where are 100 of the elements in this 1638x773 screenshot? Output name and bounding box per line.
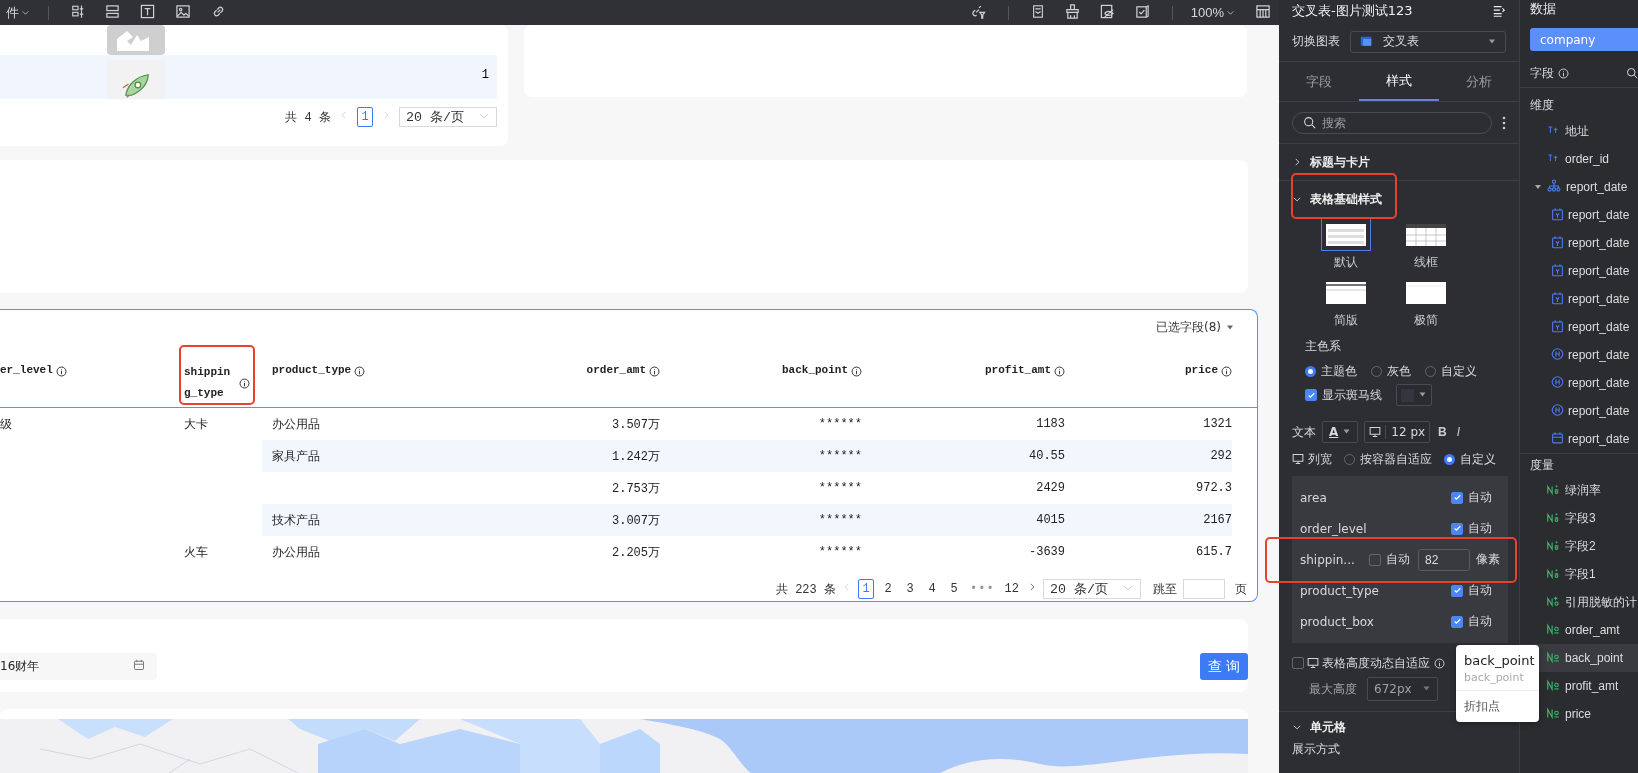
field-item[interactable]: report_date [1520, 397, 1638, 425]
field-item[interactable]: 地址 [1520, 117, 1638, 145]
caret-down-icon [1487, 37, 1497, 46]
column-name: shippin... [1300, 552, 1356, 567]
panel-tab[interactable]: 样式 [1359, 62, 1439, 101]
table-cell-text: 大卡 [183, 416, 209, 434]
table-cell-text: 火车 [183, 544, 209, 562]
link-filter-icon[interactable] [969, 3, 986, 19]
time-level-icon [1551, 374, 1564, 389]
info-icon [1054, 365, 1065, 377]
selected-fields-dropdown[interactable]: 已选字段(8) [1156, 319, 1235, 337]
field-label: 展示方式 [1292, 742, 1340, 756]
field-item[interactable]: order_id [1520, 145, 1638, 173]
monitor-icon [1292, 453, 1304, 465]
query-button[interactable]: 查 询 [1200, 653, 1248, 680]
calendar-icon [133, 659, 145, 671]
radio-option[interactable]: 自定义 [1444, 450, 1496, 468]
page-button[interactable]: 3 [902, 579, 918, 600]
page-size-select[interactable]: 20 条/页 [1043, 579, 1141, 600]
search-icon[interactable] [1626, 67, 1638, 79]
page-jump-field[interactable] [1183, 579, 1225, 600]
field-item[interactable]: report_date [1520, 229, 1638, 257]
radio-option[interactable]: 主题色 [1305, 362, 1357, 380]
table-cell-text: ****** [817, 480, 862, 498]
page-button[interactable]: 1 [357, 107, 373, 127]
checkbox-option[interactable]: 自动 [1451, 489, 1492, 506]
field-item[interactable]: report_date [1520, 173, 1638, 201]
table-icon[interactable] [1255, 3, 1271, 19]
italic-button[interactable]: I [1454, 425, 1463, 439]
page-size-select[interactable]: 20 条/页 [399, 107, 497, 127]
table-style-option[interactable]: 默认 [1306, 217, 1386, 271]
field-item[interactable]: report_date [1520, 313, 1638, 341]
search-field[interactable]: 搜索 [1322, 115, 1481, 130]
field-item[interactable]: 字段3 [1520, 504, 1638, 532]
field-item[interactable]: 引用脱敏的计 [1520, 588, 1638, 616]
image-icon[interactable] [175, 3, 191, 19]
broom-icon[interactable] [1064, 3, 1080, 19]
table-style-option[interactable]: 简版 [1306, 275, 1386, 329]
section-header[interactable]: 表格基础样式 [1279, 181, 1519, 217]
more-options-icon[interactable] [1502, 115, 1506, 130]
checkbox-option[interactable]: 自动 [1451, 520, 1492, 537]
width-field[interactable]: 82 [1418, 548, 1470, 571]
table-cell: 4015 [862, 504, 1065, 537]
checkbox-option[interactable]: 自动 [1451, 613, 1492, 630]
chart-type-select[interactable]: 交叉表 [1350, 30, 1506, 53]
field-item[interactable]: report_date [1520, 257, 1638, 285]
font-size-field[interactable]: 12 px [1364, 421, 1431, 443]
checkbox-option[interactable]: 自动 [1369, 551, 1410, 568]
page-button[interactable]: 2 [880, 579, 896, 600]
preview-hidden-icon[interactable] [1099, 3, 1115, 19]
radio-option[interactable]: 自定义 [1425, 362, 1477, 380]
info-icon [649, 365, 660, 377]
section-header[interactable]: 单元格 [1279, 712, 1519, 742]
caret-down-icon [1421, 685, 1431, 693]
field-item[interactable]: report_date [1520, 201, 1638, 229]
table-cell: ****** [660, 440, 862, 473]
field-item[interactable]: 绿润率 [1520, 476, 1638, 504]
column-name: product_type [1300, 583, 1380, 598]
checkbox-option[interactable]: 自动 [1451, 582, 1492, 599]
page-button[interactable]: 12 [1002, 579, 1021, 600]
radio-option[interactable]: 灰色 [1371, 362, 1411, 380]
table-cell: 家具产品 [262, 440, 462, 473]
checkbox-option[interactable]: 显示斑马线 [1305, 386, 1382, 404]
layout-icon[interactable] [105, 3, 120, 19]
radio-option[interactable]: 按容器自适应 [1344, 450, 1432, 468]
filter-control-icon[interactable] [71, 3, 85, 19]
number-type-icon [1546, 649, 1560, 664]
table-style-option[interactable]: 线框 [1386, 217, 1466, 271]
field-item[interactable]: order_amt [1520, 616, 1638, 644]
checklist-icon[interactable] [1134, 3, 1150, 19]
field-item[interactable]: report_date [1520, 341, 1638, 369]
page-button[interactable]: 5 [946, 579, 962, 600]
date-field[interactable]: 16财年 [0, 653, 157, 680]
font-color-dropdown[interactable]: A [1322, 421, 1359, 443]
check-icon [1452, 617, 1462, 626]
table-cell: 2167 [1065, 504, 1232, 537]
text-box-icon[interactable] [140, 3, 155, 19]
document-icon[interactable] [1030, 3, 1045, 19]
field-item[interactable]: report_date [1520, 369, 1638, 397]
chevron-down-icon [1226, 8, 1235, 17]
panel-tab[interactable]: 字段 [1279, 62, 1359, 101]
checkbox-option[interactable]: 表格高度动态自适应 [1292, 654, 1430, 672]
panel-tab[interactable]: 分析 [1439, 62, 1519, 101]
zoom-dropdown[interactable]: 100% [1184, 5, 1241, 20]
date-level-icon [1551, 234, 1564, 249]
table-cell-text: ****** [817, 416, 862, 434]
table-style-option[interactable]: 极简 [1386, 275, 1466, 329]
collapse-menu-icon[interactable] [1492, 4, 1506, 18]
color-dropdown[interactable] [1396, 384, 1432, 406]
field-item[interactable]: 字段1 [1520, 560, 1638, 588]
field-item[interactable]: price [1520, 700, 1638, 728]
field-item[interactable]: report_date [1520, 285, 1638, 313]
page-button[interactable]: 1 [858, 579, 874, 600]
field-item[interactable]: 字段2 [1520, 532, 1638, 560]
page-button[interactable]: 4 [924, 579, 940, 600]
field-item[interactable]: report_date [1520, 425, 1638, 453]
component-menu[interactable]: 件 [0, 3, 36, 22]
table-cell: ****** [660, 504, 862, 537]
bold-button[interactable]: B [1436, 425, 1449, 439]
info-icon [1221, 365, 1232, 377]
